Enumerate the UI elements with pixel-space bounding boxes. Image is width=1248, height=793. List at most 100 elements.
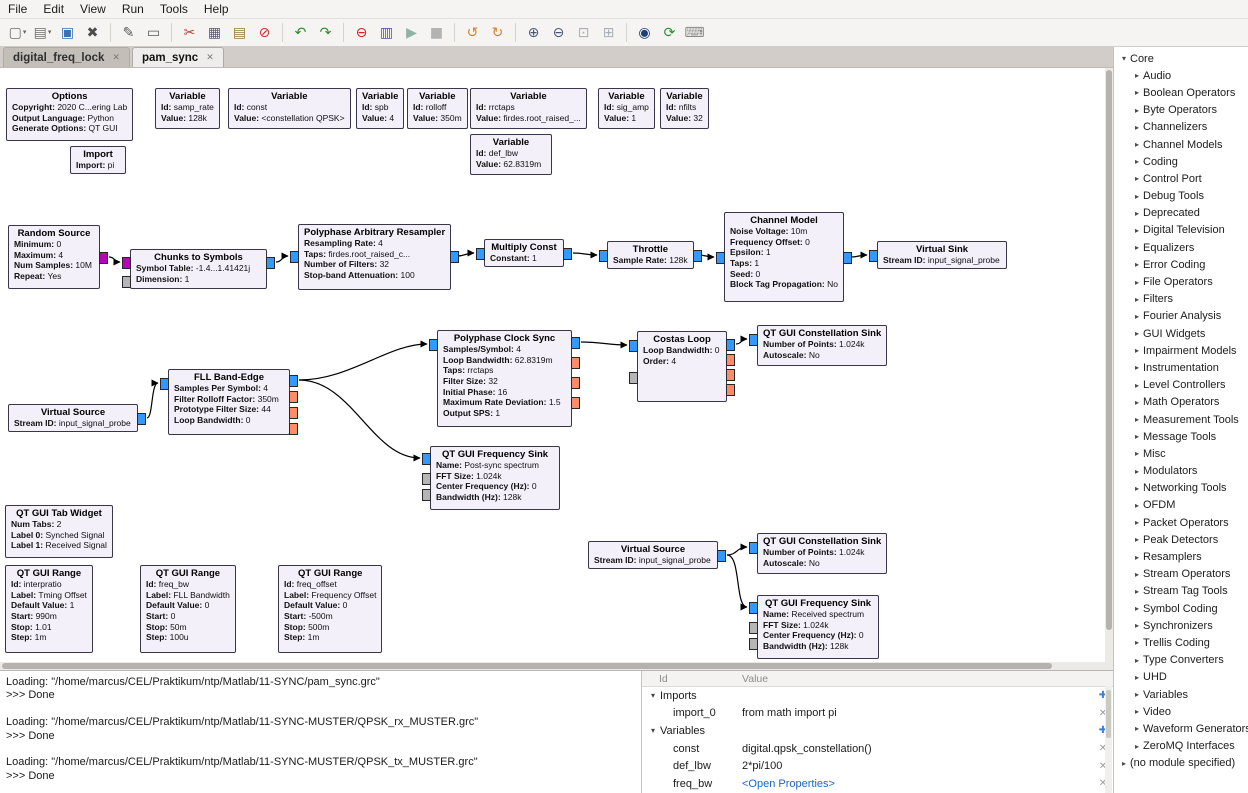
tree-item-channel-models[interactable]: ▸Channel Models [1114, 136, 1248, 153]
undo-button[interactable]: ↶ [289, 21, 312, 44]
wire-polyphase-clock-sync-to-costas-loop[interactable] [581, 342, 627, 345]
chevron-right-icon[interactable]: ▸ [1131, 587, 1143, 596]
complex-port[interactable] [629, 340, 638, 352]
block-polyphase-arbitrary-resampler[interactable]: Polyphase Arbitrary ResamplerResampling … [298, 224, 451, 290]
tree-item-resamplers[interactable]: ▸Resamplers [1114, 548, 1248, 565]
hscroll-thumb[interactable] [2, 663, 1052, 669]
tree-item-control-port[interactable]: ▸Control Port [1114, 170, 1248, 187]
chevron-right-icon[interactable]: ▸ [1131, 295, 1143, 304]
open-flowgraph-button[interactable]: ▤▾ [31, 21, 54, 44]
float-port[interactable] [726, 369, 735, 381]
complex-port[interactable] [717, 550, 726, 562]
block-variable-spb[interactable]: VariableId: spbValue: 4 [356, 88, 404, 129]
menu-edit[interactable]: Edit [35, 1, 72, 17]
chevron-right-icon[interactable]: ▸ [1131, 673, 1143, 682]
chevron-right-icon[interactable]: ▸ [1131, 157, 1143, 166]
msg-port[interactable] [122, 276, 131, 288]
tree-item-type-converters[interactable]: ▸Type Converters [1114, 652, 1248, 669]
chevron-right-icon[interactable]: ▸ [1131, 535, 1143, 544]
var-row-import-0[interactable]: import_0from math import pi✕ [642, 705, 1113, 723]
msg-port[interactable] [422, 473, 431, 485]
block-qtgui-frequency-sink-2[interactable]: QT GUI Frequency SinkName: Received spec… [757, 595, 879, 659]
block-virtual-source-2[interactable]: Virtual SourceStream ID: input_signal_pr… [588, 541, 718, 569]
tree-item-packet-operators[interactable]: ▸Packet Operators [1114, 514, 1248, 531]
tree-item-symbol-coding[interactable]: ▸Symbol Coding [1114, 600, 1248, 617]
tree-item-math-operators[interactable]: ▸Math Operators [1114, 394, 1248, 411]
refresh-blocks-button[interactable]: ⟳ [658, 21, 681, 44]
chevron-right-icon[interactable]: ▸ [1131, 363, 1143, 372]
block-variable-sig-amp[interactable]: VariableId: sig_ampValue: 1 [598, 88, 655, 129]
chevron-down-icon[interactable]: ▾ [1118, 54, 1130, 63]
zoom-in-button[interactable]: ⊕ [522, 21, 545, 44]
tab-close-icon[interactable]: ✕ [206, 53, 214, 63]
chevron-right-icon[interactable]: ▸ [1131, 553, 1143, 562]
zoom-original-button[interactable]: ⊞ [597, 21, 620, 44]
tree-item-error-coding[interactable]: ▸Error Coding [1114, 256, 1248, 273]
block-qtgui-frequency-sink-1[interactable]: QT GUI Frequency SinkName: Post-sync spe… [430, 446, 560, 510]
tree-item-waveform-generators[interactable]: ▸Waveform Generators [1114, 720, 1248, 737]
delete-button[interactable]: ⊘ [253, 21, 276, 44]
block-qtgui-range-freq-bw[interactable]: QT GUI RangeId: freq_bwLabel: FLL Bandwi… [140, 565, 236, 653]
tree-item-ofdm[interactable]: ▸OFDM [1114, 497, 1248, 514]
chevron-right-icon[interactable]: ▸ [1131, 209, 1143, 218]
chevron-right-icon[interactable]: ▸ [1131, 707, 1143, 716]
tree-item-stream-tag-tools[interactable]: ▸Stream Tag Tools [1114, 583, 1248, 600]
new-flowgraph-button[interactable]: ▢▾ [6, 21, 29, 44]
block-variable-const[interactable]: VariableId: constValue: <constellation Q… [228, 88, 351, 129]
msg-port[interactable] [749, 622, 758, 634]
chevron-right-icon[interactable]: ▸ [1131, 71, 1143, 80]
wire-costas-loop-to-qtgui-constellation-sink-1[interactable] [736, 339, 747, 344]
tree-item-deprecated[interactable]: ▸Deprecated [1114, 205, 1248, 222]
paste-button[interactable]: ▤ [228, 21, 251, 44]
var-scroll-thumb[interactable] [1106, 690, 1111, 738]
copy-button[interactable]: ▦ [203, 21, 226, 44]
flowgraph-canvas[interactable]: OptionsCopyright: 2020 C...ering LabOutp… [0, 68, 1113, 670]
zoom-fit-button[interactable]: ⊡ [572, 21, 595, 44]
block-qtgui-range-freq-offset[interactable]: QT GUI RangeId: freq_offsetLabel: Freque… [278, 565, 382, 653]
chevron-right-icon[interactable]: ▸ [1131, 638, 1143, 647]
chevron-right-icon[interactable]: ▸ [1131, 88, 1143, 97]
menu-file[interactable]: File [0, 1, 35, 17]
complex-port[interactable] [749, 542, 758, 554]
chevron-right-icon[interactable]: ▸ [1131, 467, 1143, 476]
keyboard-shortcuts-button[interactable]: ⌨ [683, 21, 706, 44]
wire-polyphase-arbitrary-resampler-to-multiply-const[interactable] [457, 253, 474, 256]
wire-random-source-to-chunks-to-symbols[interactable] [109, 257, 120, 262]
msg-port[interactable] [629, 372, 638, 384]
menu-tools[interactable]: Tools [152, 1, 196, 17]
tree-item-fourier-analysis[interactable]: ▸Fourier Analysis [1114, 308, 1248, 325]
chevron-right-icon[interactable]: ▸ [1131, 398, 1143, 407]
block-fll-band-edge[interactable]: FLL Band-EdgeSamples Per Symbol: 4Filter… [168, 369, 290, 435]
tab-digital-freq-lock[interactable]: digital_freq_lock✕ [3, 47, 130, 67]
block-variable-def-lbw[interactable]: VariableId: def_lbwValue: 62.8319m [470, 134, 552, 175]
view-errors-button[interactable]: ⊖ [350, 21, 373, 44]
complex-port[interactable] [476, 248, 485, 260]
tree-item-trellis-coding[interactable]: ▸Trellis Coding [1114, 634, 1248, 651]
tree-item-core[interactable]: ▾Core [1114, 50, 1248, 67]
tree-item-no-module-specified[interactable]: ▸(no module specified) [1114, 755, 1248, 772]
chevron-right-icon[interactable]: ▸ [1131, 312, 1143, 321]
chevron-right-icon[interactable]: ▸ [1131, 381, 1143, 390]
tree-item-filters[interactable]: ▸Filters [1114, 291, 1248, 308]
block-multiply-const[interactable]: Multiply ConstConstant: 1 [484, 239, 564, 267]
block-channel-model[interactable]: Channel ModelNoise Voltage: 10mFrequency… [724, 212, 844, 302]
complex-port[interactable] [266, 257, 275, 269]
var-row-def-lbw[interactable]: def_lbw2*pi/100✕ [642, 757, 1113, 775]
vscroll-thumb[interactable] [1106, 70, 1112, 630]
tab-close-icon[interactable]: ✕ [112, 53, 120, 63]
chevron-right-icon[interactable]: ▸ [1131, 432, 1143, 441]
float-port[interactable] [289, 423, 298, 435]
chevron-right-icon[interactable]: ▸ [1131, 278, 1143, 287]
tree-item-zeromq-interfaces[interactable]: ▸ZeroMQ Interfaces [1114, 738, 1248, 755]
dropdown-caret-icon[interactable]: ▾ [23, 29, 27, 36]
block-variable-rolloff[interactable]: VariableId: rolloffValue: 350m [407, 88, 468, 129]
var-row-freq-bw[interactable]: freq_bw<Open Properties>✕ [642, 775, 1113, 793]
var-group-imports[interactable]: ▾Imports✚ [642, 687, 1113, 705]
chevron-down-icon[interactable]: ▾ [642, 691, 660, 700]
tree-item-coding[interactable]: ▸Coding [1114, 153, 1248, 170]
menu-view[interactable]: View [72, 1, 114, 17]
float-port[interactable] [726, 354, 735, 366]
complex-port[interactable] [716, 252, 725, 264]
reload-button[interactable]: ↺ [461, 21, 484, 44]
block-variable-rrctaps[interactable]: VariableId: rrctapsValue: firdes.root_ra… [470, 88, 587, 129]
